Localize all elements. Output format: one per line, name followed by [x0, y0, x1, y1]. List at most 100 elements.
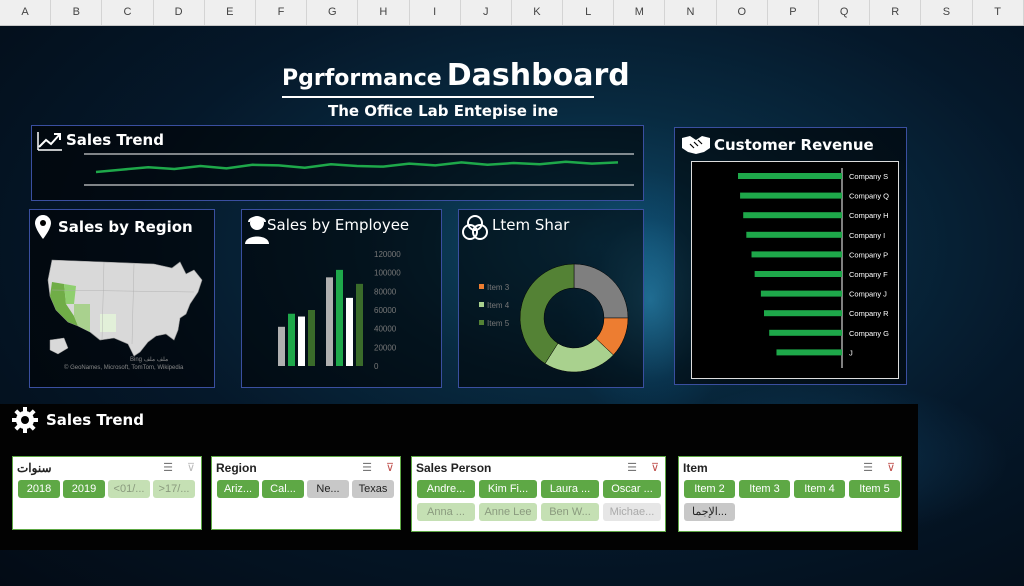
employee-bar: [326, 277, 333, 366]
column-header-cell[interactable]: M: [614, 0, 666, 25]
slicer-item[interactable]: Michae...: [603, 503, 661, 521]
column-header-cell[interactable]: O: [717, 0, 768, 25]
column-header-cell[interactable]: A: [0, 0, 52, 25]
item-share-legend-label: Item 5: [487, 319, 510, 328]
customer-revenue-panel[interactable]: Customer Revenue Company S Company Q Compa…: [674, 127, 907, 385]
employee-bar: [336, 269, 343, 366]
revenue-bar: [743, 212, 842, 219]
slicer-item[interactable]: Ariz...: [217, 480, 259, 498]
slicer-item[interactable]: Anna ...: [417, 503, 475, 521]
customer-revenue-chart-area: Company S Company Q Company H Company I Comp…: [691, 161, 899, 379]
clear-filter-icon[interactable]: ⊽: [386, 461, 394, 474]
location-pin-icon: [35, 215, 51, 239]
item-share-legend-label: Item 3: [487, 283, 510, 292]
column-header-row: ABCDEFGHIJKLMNOPQRST: [0, 0, 1024, 26]
slicer-item[interactable]: 2019: [63, 480, 105, 498]
revenue-bar: [754, 271, 842, 277]
column-header-cell[interactable]: E: [205, 0, 256, 25]
slicer[interactable]: Region ☰ ⊽ Ariz... Cal... Ne... Texas: [211, 456, 401, 530]
revenue-category-label: Company P: [849, 250, 888, 259]
column-header-cell[interactable]: T: [973, 0, 1024, 25]
slicer[interactable]: Sales Person ☰ ⊽ Andre... Kim Fi... Laura ...…: [411, 456, 666, 532]
slicer-title: Region: [216, 461, 257, 475]
handshake-icon: [682, 136, 710, 154]
slicer-item[interactable]: Oscar ...: [603, 480, 661, 498]
clear-filter-icon[interactable]: ⊽: [187, 461, 195, 474]
slicer-item[interactable]: Anne Lee: [479, 503, 537, 521]
slicer-item[interactable]: Texas: [352, 480, 394, 498]
column-header-cell[interactable]: D: [154, 0, 205, 25]
slicer-item[interactable]: Cal...: [262, 480, 304, 498]
slicer-item[interactable]: Item 2: [684, 480, 735, 498]
sales-by-employee-panel[interactable]: Sales by Employee 120000 100000 80000 60000…: [241, 209, 442, 388]
revenue-category-label: J: [849, 348, 853, 357]
column-header-cell[interactable]: K: [512, 0, 564, 25]
column-header-cell[interactable]: F: [256, 0, 308, 25]
sales-by-region-panel[interactable]: Sales by Region Bing ملف ملف © GeoNames,…: [29, 209, 215, 388]
dashboard-title: Pgrformance Dashboard: [282, 58, 630, 93]
revenue-category-label: Company G: [849, 329, 889, 338]
slicer-item[interactable]: Item 4: [794, 480, 845, 498]
slicer-item[interactable]: Ben W...: [541, 503, 599, 521]
slicer[interactable]: سنوات ☰ ⊽ 2018 2019 <01/... >17/...: [12, 456, 202, 530]
circles-icon: [462, 215, 488, 240]
slicer-item[interactable]: Item 3: [739, 480, 790, 498]
slicer-item[interactable]: 2018: [18, 480, 60, 498]
revenue-category-label: Company J: [849, 290, 887, 299]
employee-bar: [288, 313, 295, 366]
slicer-item[interactable]: Ne...: [307, 480, 349, 498]
title-underline: [282, 96, 594, 98]
item-share-title: Ltem Shar: [492, 216, 570, 234]
revenue-category-label: Company R: [849, 309, 889, 318]
column-header-cell[interactable]: G: [307, 0, 359, 25]
multi-select-icon[interactable]: ☰: [863, 461, 873, 474]
revenue-bar: [746, 231, 842, 238]
clear-filter-icon[interactable]: ⊽: [651, 461, 659, 474]
column-header-cell[interactable]: J: [461, 0, 512, 25]
slicer-item[interactable]: <01/...: [108, 480, 150, 498]
item-share-legend-label: Item 4: [487, 301, 510, 310]
title-part1: Pgrformance: [282, 66, 442, 91]
employee-y-tick-label: 60000: [374, 306, 397, 315]
column-header-cell[interactable]: L: [563, 0, 615, 25]
multi-select-icon[interactable]: ☰: [627, 461, 637, 474]
trend-line-series: [95, 160, 619, 174]
column-header-cell[interactable]: C: [102, 0, 154, 25]
multi-select-icon[interactable]: ☰: [362, 461, 372, 474]
column-header-cell[interactable]: P: [768, 0, 819, 25]
slicer-item[interactable]: الإجما...: [684, 503, 735, 521]
column-header-cell[interactable]: B: [51, 0, 103, 25]
revenue-bar: [740, 192, 842, 199]
column-header-cell[interactable]: H: [358, 0, 410, 25]
clear-filter-icon[interactable]: ⊽: [887, 461, 895, 474]
slicer-tools: ☰ ⊽: [863, 461, 895, 474]
employee-y-tick-label: 0: [374, 362, 379, 371]
sales-trend-panel[interactable]: Sales Trend: [31, 125, 644, 201]
gear-icon: [12, 407, 38, 433]
slicer-tools: ☰ ⊽: [362, 461, 394, 474]
column-header-cell[interactable]: I: [410, 0, 461, 25]
slicer-item[interactable]: Laura ...: [541, 480, 599, 498]
dashboard-subtitle: The Office Lab Entepise ine: [328, 102, 559, 120]
revenue-bar: [769, 329, 842, 336]
employee-bar: [278, 326, 285, 366]
slicer-item[interactable]: Item 5: [849, 480, 900, 498]
revenue-bar: [751, 251, 842, 258]
multi-select-icon[interactable]: ☰: [163, 461, 173, 474]
slicer-title: Sales Person: [416, 461, 492, 475]
employee-bar: [298, 316, 305, 366]
column-header-cell[interactable]: R: [870, 0, 922, 25]
item-share-panel[interactable]: Ltem Shar Item 3 Item 4 Item 5: [458, 209, 644, 388]
column-header-cell[interactable]: S: [921, 0, 973, 25]
bottom-sales-trend-title: Sales Trend: [46, 411, 144, 429]
column-header-cell[interactable]: N: [665, 0, 717, 25]
slicer-item[interactable]: >17/...: [153, 480, 195, 498]
trend-icon: [37, 132, 62, 151]
slicer-item[interactable]: Kim Fi...: [479, 480, 537, 498]
slicer-item[interactable]: Andre...: [417, 480, 475, 498]
column-header-cell[interactable]: Q: [819, 0, 871, 25]
sales-by-employee-chart: 120000 100000 80000 60000 40000 20000 0: [278, 250, 401, 371]
slicer[interactable]: Item ☰ ⊽ Item 2 Item 3 Item 4 Item 5 الإجما...: [678, 456, 902, 532]
item-share-slice: [573, 263, 629, 319]
slicer-title: Item: [683, 461, 708, 475]
